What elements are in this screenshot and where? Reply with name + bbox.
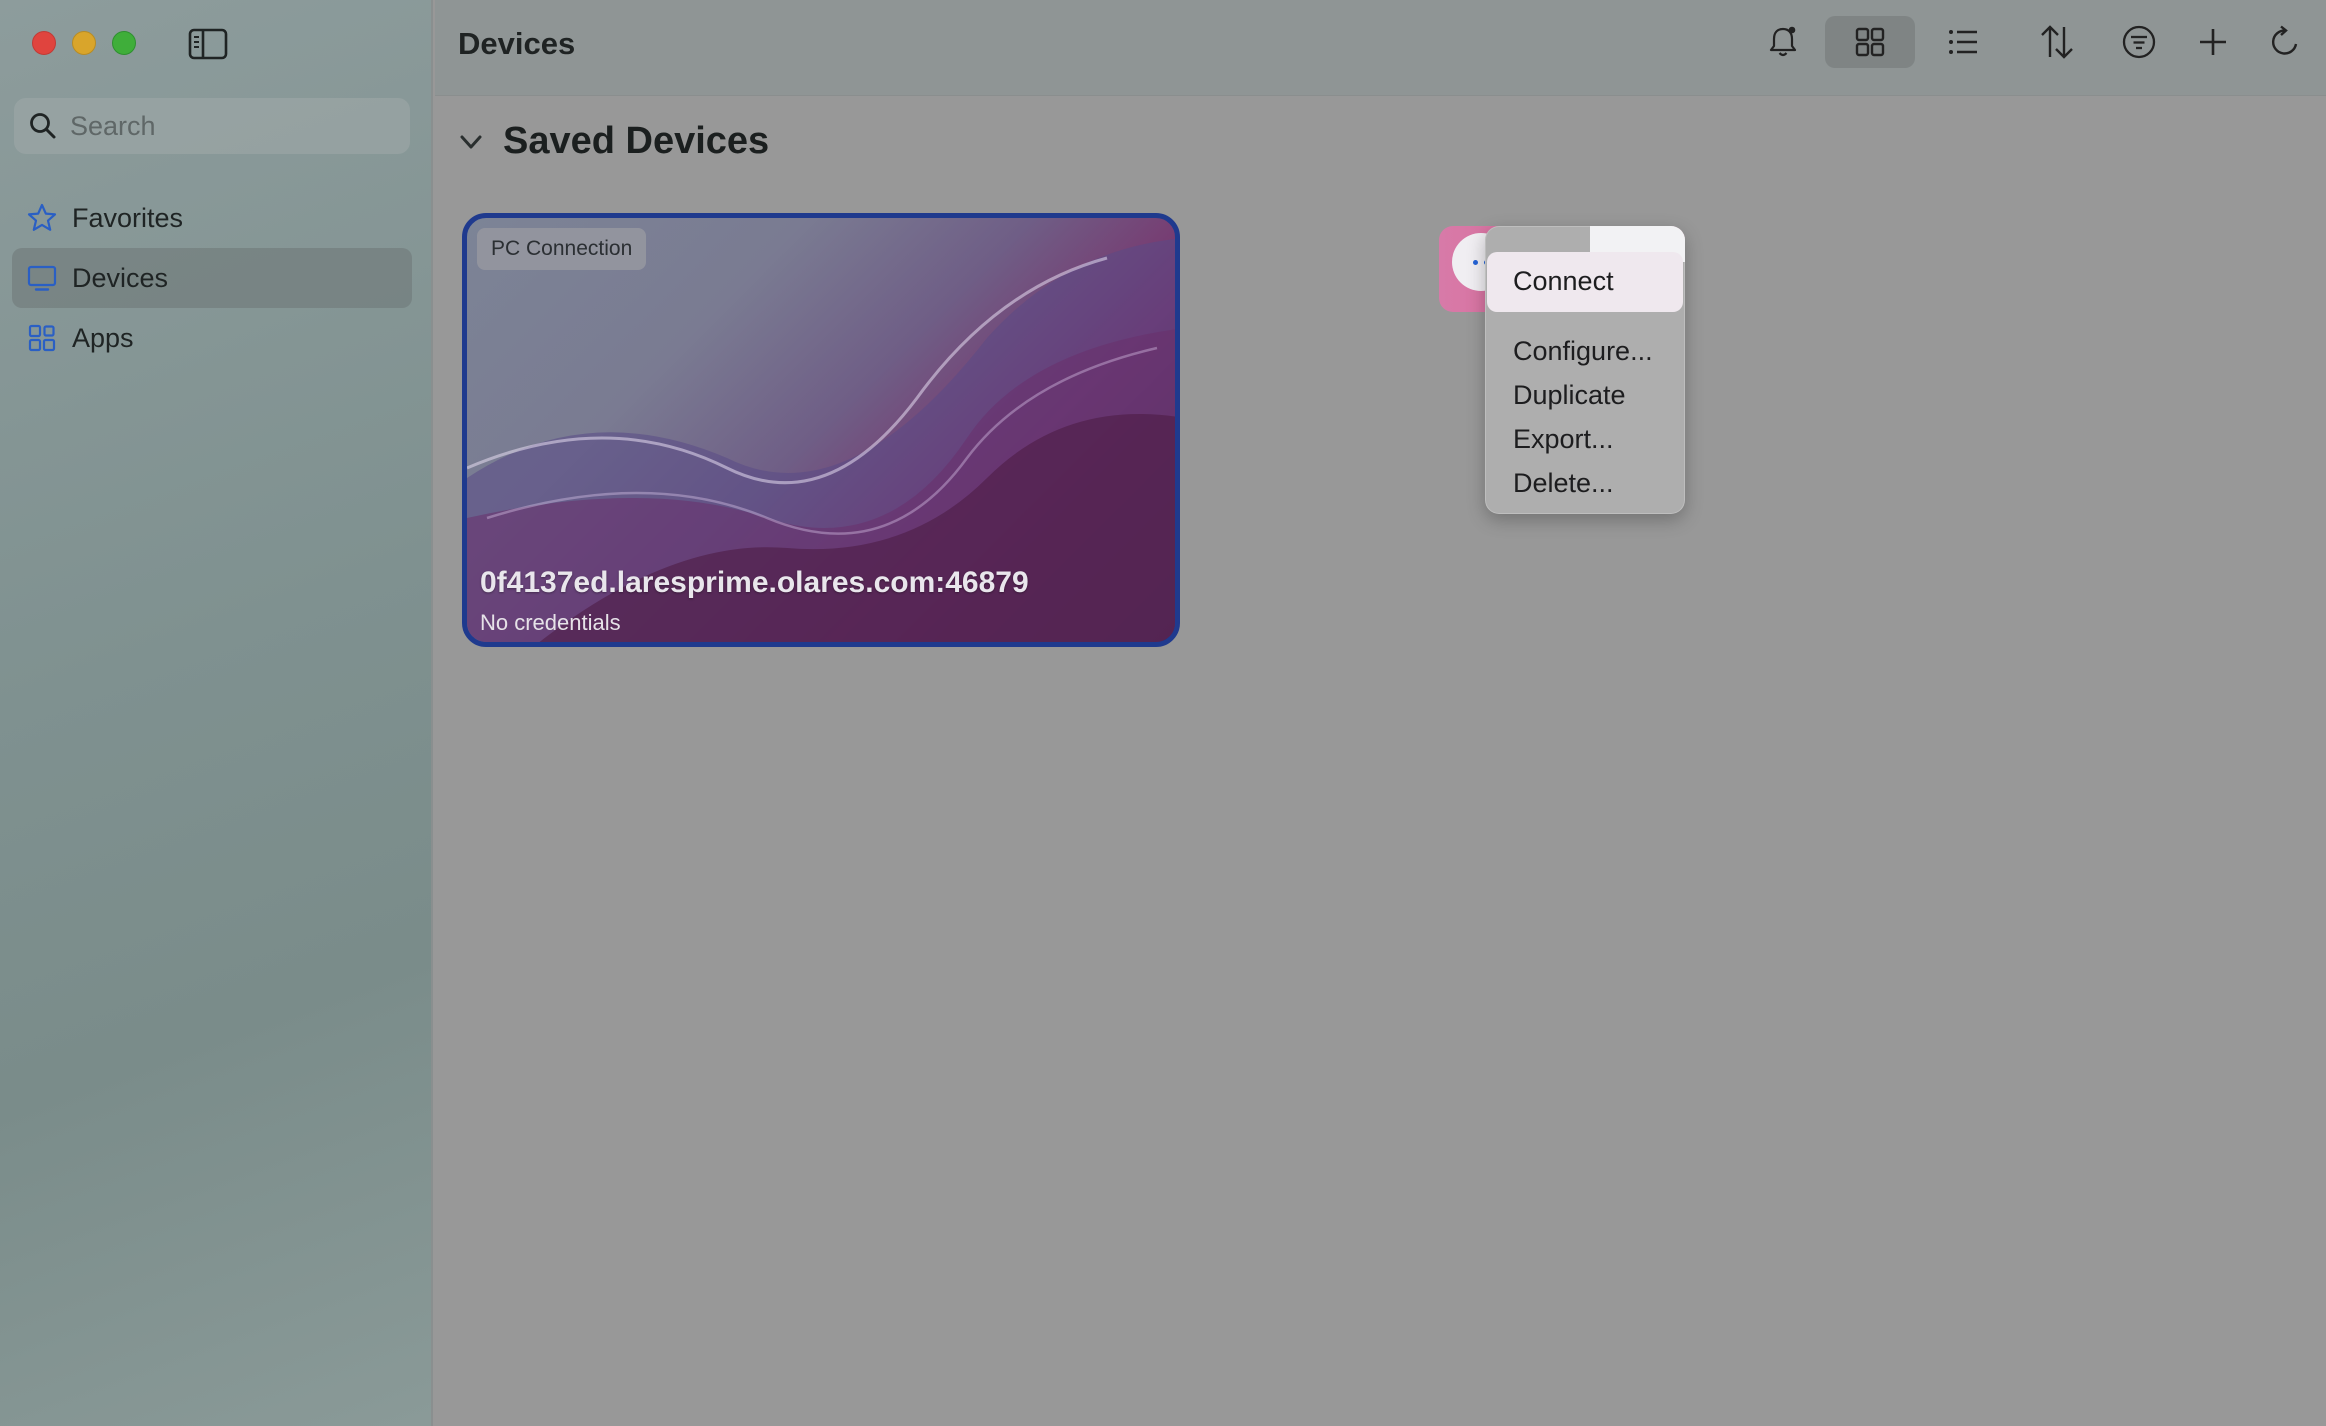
refresh-icon — [2272, 25, 2298, 55]
sidebar: Favorites Devices Apps — [0, 0, 433, 1426]
filter-button[interactable] — [2117, 20, 2161, 64]
notifications-button[interactable] — [1761, 20, 1805, 64]
minimize-window-button[interactable] — [72, 31, 96, 55]
filter-icon — [2122, 25, 2156, 59]
sidebar-item-label: Apps — [72, 322, 134, 353]
sidebar-item-label: Devices — [72, 262, 169, 293]
menu-item-export[interactable]: Export... — [1513, 424, 1614, 455]
sidebar-item-label: Favorites — [72, 202, 184, 233]
sidebar-toggle-icon[interactable] — [188, 28, 228, 60]
device-address: 0f4137ed.laresprime.olares.com:46879 — [480, 566, 1029, 599]
sort-button[interactable] — [2035, 20, 2079, 64]
add-button[interactable] — [2191, 20, 2235, 64]
bell-icon — [1769, 26, 1797, 57]
section-title: Saved Devices — [503, 120, 770, 162]
window-title: Devices — [458, 26, 576, 61]
apps-grid-icon — [28, 324, 56, 352]
grid-view-button[interactable] — [1825, 16, 1915, 68]
refresh-button[interactable] — [2263, 20, 2307, 64]
add-icon — [2200, 29, 2226, 55]
list-view-button[interactable] — [1941, 20, 1985, 64]
zoom-window-button[interactable] — [112, 31, 136, 55]
star-icon — [27, 203, 57, 231]
search-field[interactable] — [14, 98, 410, 154]
menu-item-configure[interactable]: Configure... — [1513, 336, 1653, 367]
connection-type-badge: PC Connection — [477, 228, 647, 270]
menu-item-duplicate[interactable]: Duplicate — [1513, 380, 1626, 411]
sidebar-item-favorites[interactable]: Favorites — [12, 188, 412, 248]
main-content: Devices Saved Devices PC Connection 0f41… — [435, 0, 2326, 1426]
chevron-down-icon[interactable] — [457, 128, 485, 156]
toolbar: Devices — [435, 0, 2326, 96]
menu-item-connect[interactable]: Connect — [1487, 252, 1683, 312]
list-view-icon — [1949, 30, 1977, 54]
grid-view-icon — [1855, 27, 1885, 57]
close-window-button[interactable] — [32, 31, 56, 55]
menu-item-delete[interactable]: Delete... — [1513, 468, 1614, 499]
more-dot — [1473, 259, 1478, 265]
device-card[interactable]: PC Connection 0f4137ed.laresprime.olares… — [462, 213, 1180, 647]
sidebar-item-apps[interactable]: Apps — [12, 308, 412, 368]
sidebar-item-devices[interactable]: Devices — [12, 248, 412, 308]
search-icon — [30, 113, 56, 139]
sort-icon — [2041, 25, 2073, 59]
saved-devices-section-header[interactable]: Saved Devices — [457, 120, 769, 163]
display-icon — [27, 265, 57, 291]
credentials-status: No credentials — [480, 610, 621, 635]
search-input[interactable] — [70, 110, 390, 142]
